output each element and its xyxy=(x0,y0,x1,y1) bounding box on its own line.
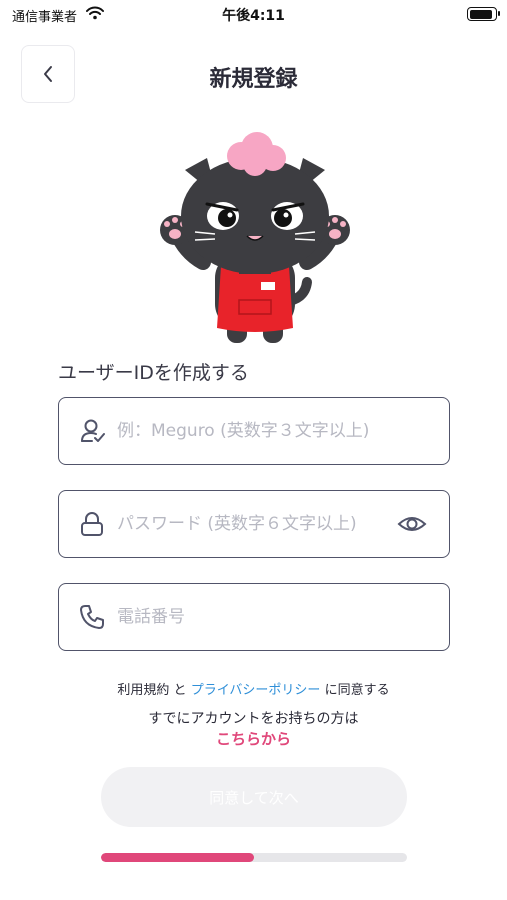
progress-bar xyxy=(101,853,407,862)
agree-next-button[interactable]: 同意して次へ xyxy=(101,767,407,827)
battery-level xyxy=(469,9,492,19)
page-title: 新規登録 xyxy=(209,67,298,92)
phone-input[interactable] xyxy=(117,584,397,650)
password-input[interactable] xyxy=(117,491,397,557)
progress-bar-fill xyxy=(101,853,254,862)
terms-agree-text: に同意する xyxy=(320,683,390,698)
have-account-text: すでにアカウントをお持ちの方は xyxy=(148,711,359,727)
privacy-policy-link[interactable]: プライバシーポリシー xyxy=(191,683,321,698)
eye-icon[interactable] xyxy=(397,512,427,536)
battery-icon xyxy=(467,7,500,21)
user-id-field[interactable] xyxy=(58,397,450,465)
terms-and: と xyxy=(169,683,191,698)
login-link[interactable]: こちらから xyxy=(0,728,507,749)
phone-icon xyxy=(80,605,104,629)
status-time: 午後4:11 xyxy=(222,8,285,24)
password-field[interactable] xyxy=(58,490,450,558)
user-id-input[interactable] xyxy=(117,398,397,464)
user-check-icon xyxy=(81,419,105,442)
phone-field[interactable] xyxy=(58,583,450,651)
status-bar: 通信事業者 午後4:11 xyxy=(0,0,507,30)
terms-agreement: 利用規約 と プライバシーポリシー に同意する xyxy=(0,679,507,698)
terms-link[interactable]: 利用規約 xyxy=(117,683,169,698)
section-heading: ユーザーIDを作成する xyxy=(58,362,249,384)
cat-mascot-illustration xyxy=(160,132,350,343)
lock-icon xyxy=(81,512,103,536)
